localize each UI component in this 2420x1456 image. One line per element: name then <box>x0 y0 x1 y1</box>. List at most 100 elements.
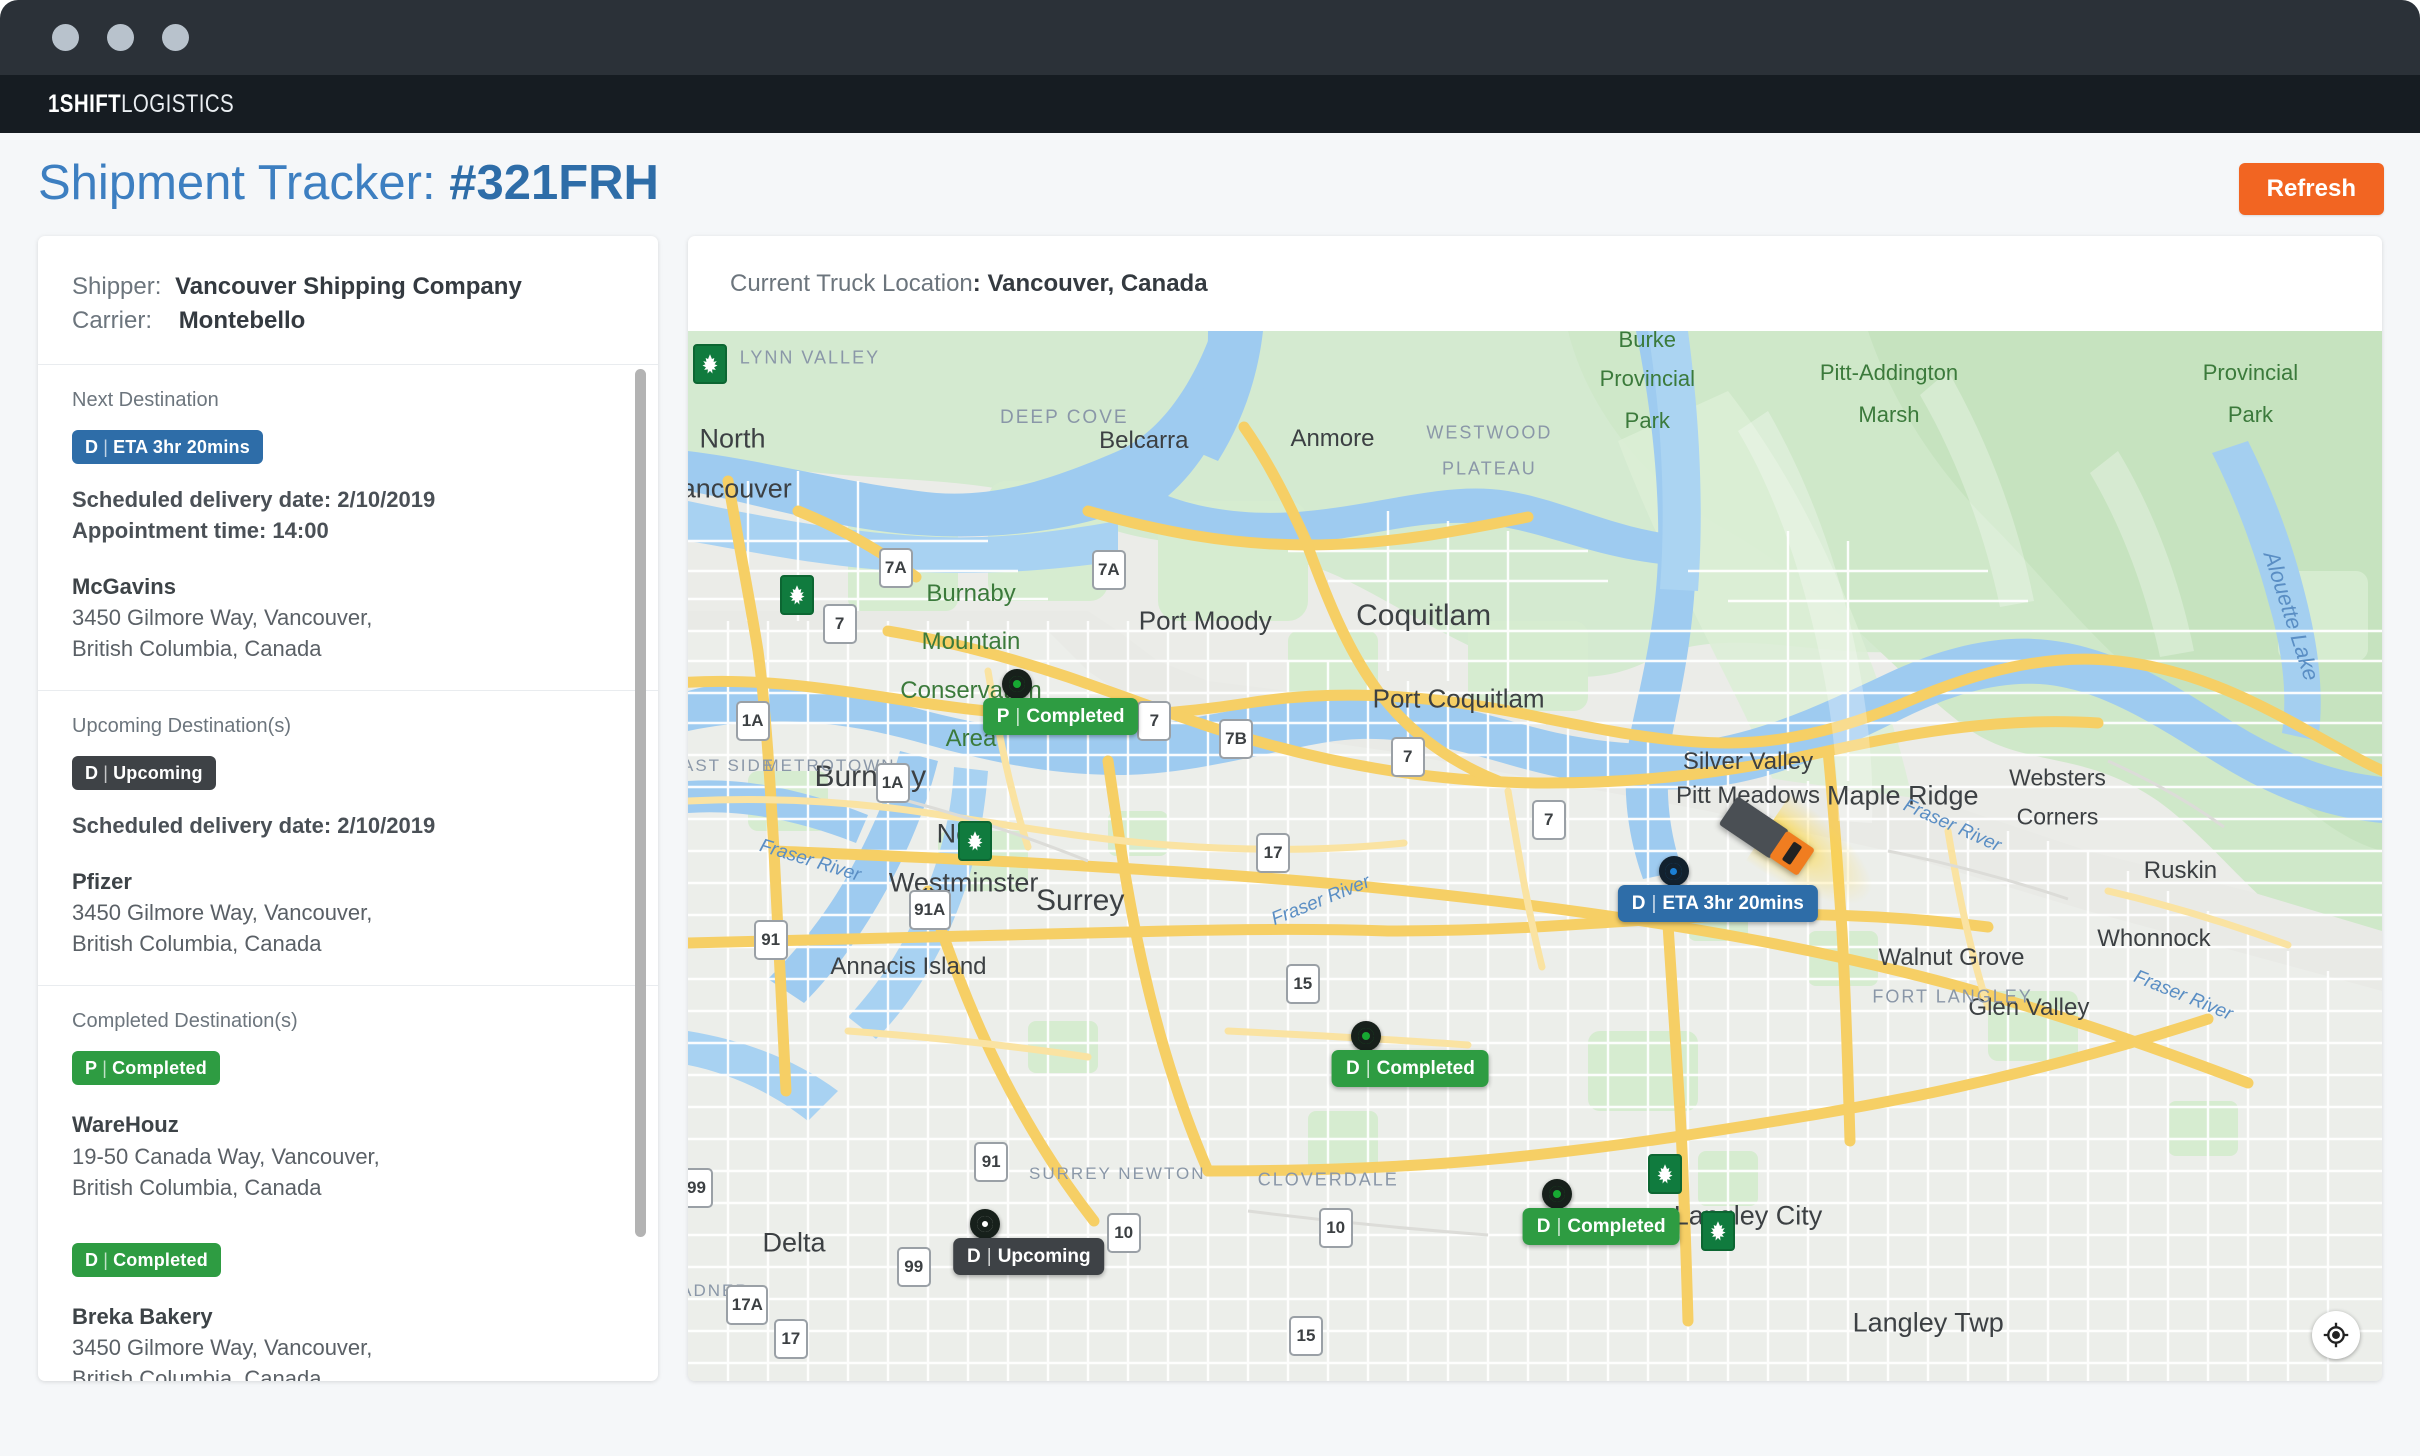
map-marker-status-pill[interactable]: D | ETA 3hr 20mins <box>1617 885 1818 922</box>
pill-status: Completed <box>1376 1058 1475 1079</box>
highway-shield-icon: 99 <box>896 1247 931 1287</box>
carrier-row: Carrier: Montebello <box>72 304 624 338</box>
completed-destinations-title: Completed Destination(s) <box>72 1010 298 1033</box>
highway-shield-icon: 7 <box>822 603 857 644</box>
next-stop-line2: British Columbia, Canada <box>72 636 322 662</box>
map-destination-marker-icon[interactable] <box>1001 668 1032 699</box>
destinations-list: Next Destination D | ETA 3hr 20mins Schedu… <box>38 365 658 1381</box>
highway-shield-icon: 15 <box>1288 1316 1323 1356</box>
upcoming-stop-line2: British Columbia, Canada <box>72 931 322 957</box>
shipper-value: Vancouver Shipping Company <box>175 273 522 300</box>
pill-status: ETA 3hr 20mins <box>1662 893 1804 914</box>
badge-status: ETA 3hr 20mins <box>113 437 250 458</box>
truck-location-value: : Vancouver, Canada <box>972 269 1208 297</box>
page-header: Shipment Tracker: #321FRH Refresh <box>0 133 2420 236</box>
app-logo[interactable]: 1SHIFTLOGISTICS <box>48 90 234 119</box>
badge-separator: | <box>103 1249 109 1270</box>
sidebar-scrollbar-thumb[interactable] <box>635 369 646 1238</box>
map-destination-marker-icon[interactable] <box>1542 1178 1573 1209</box>
my-location-icon[interactable] <box>2312 1311 2360 1359</box>
shipper-label: Shipper: <box>72 273 162 300</box>
completed-status-badge: D | Completed <box>72 1242 221 1277</box>
next-scheduled-date: Scheduled delivery date: 2/10/2019 <box>72 487 436 513</box>
highway-shield-icon: 10 <box>1106 1212 1141 1253</box>
section-completed-destinations: Completed Destination(s) P | Completed War… <box>38 986 658 1381</box>
highway-shield-icon: 99 <box>688 1167 714 1208</box>
highway-shield-icon: 7 <box>1137 701 1172 741</box>
completed-stop-name: Breka Bakery <box>72 1303 213 1329</box>
page-title: Shipment Tracker: #321FRH <box>38 155 659 211</box>
trans-canada-shield-icon <box>780 575 815 615</box>
completed-stop-line1: 19-50 Canada Way, Vancouver, <box>72 1143 380 1169</box>
upcoming-destinations-title: Upcoming Destination(s) <box>72 715 291 738</box>
map-destination-marker-icon[interactable] <box>1658 856 1689 886</box>
section-next-destination: Next Destination D | ETA 3hr 20mins Schedu… <box>38 365 658 692</box>
trans-canada-shield-icon <box>1701 1211 1736 1251</box>
highway-shield-icon: 7A <box>878 548 913 588</box>
destinations-scroll-container: Next Destination D | ETA 3hr 20mins Schedu… <box>38 365 658 1381</box>
pill-status: Completed <box>1567 1215 1666 1237</box>
highway-shield-icon: 7A <box>1091 549 1126 590</box>
badge-status: Completed <box>112 1058 207 1079</box>
completed-stop-line2: British Columbia, Canada <box>72 1366 322 1381</box>
window-close-dot[interactable] <box>52 24 79 51</box>
highway-shield-icon: 17 <box>1256 833 1291 873</box>
next-stop-line1: 3450 Gilmore Way, Vancouver, <box>72 604 373 630</box>
map-marker-status-pill[interactable]: D | Completed <box>1522 1207 1680 1245</box>
logo-light-text: LOGISTICS <box>121 89 235 118</box>
badge-code: D <box>85 437 99 458</box>
badge-code: D <box>85 1249 99 1270</box>
badge-status: Upcoming <box>113 763 203 784</box>
completed-stop-line2: British Columbia, Canada <box>72 1174 322 1200</box>
completed-stop-address: Breka Bakery 3450 Gilmore Way, Vancouver… <box>72 1301 624 1381</box>
pill-code: P <box>996 705 1010 727</box>
completed-stop-address: WareHouz 19-50 Canada Way, Vancouver, Br… <box>72 1109 624 1203</box>
pill-separator: | <box>986 1245 992 1267</box>
map-destination-marker-icon[interactable] <box>969 1208 1000 1239</box>
carrier-label: Carrier: <box>72 307 153 335</box>
refresh-button[interactable]: Refresh <box>2238 163 2384 215</box>
highway-shield-icon: 7 <box>1390 737 1425 777</box>
highway-shield-icon: 15 <box>1285 963 1320 1004</box>
upcoming-stop-address: Pfizer 3450 Gilmore Way, Vancouver, Brit… <box>72 866 624 960</box>
map-canvas[interactable]: LYNN VALLEYDEEP COVENorthVancouverBelcar… <box>688 331 2382 1381</box>
highway-shield-icon: 1A <box>875 762 910 803</box>
window-minimize-dot[interactable] <box>107 24 134 51</box>
upcoming-scheduled-date: Scheduled delivery date: 2/10/2019 <box>72 813 436 839</box>
next-stop-address: McGavins 3450 Gilmore Way, Vancouver, Br… <box>72 571 624 665</box>
map-marker-status-pill[interactable]: D | Upcoming <box>953 1237 1105 1275</box>
next-schedule-info: Scheduled delivery date: 2/10/2019 Appoi… <box>72 484 624 546</box>
next-destination-status-badge: D | ETA 3hr 20mins <box>72 430 263 465</box>
pill-code: D <box>1536 1215 1551 1237</box>
highway-shield-icon: 1A <box>735 701 770 741</box>
current-truck-location-header: Current Truck Location: Vancouver, Canad… <box>688 236 2382 331</box>
highway-shield-icon: 91 <box>974 1142 1009 1182</box>
section-upcoming-destinations: Upcoming Destination(s) D | Upcoming Sched… <box>38 691 658 987</box>
next-destination-title: Next Destination <box>72 389 219 412</box>
pill-separator: | <box>1651 893 1657 914</box>
map-panel: Current Truck Location: Vancouver, Canad… <box>688 236 2382 1381</box>
pill-status: Completed <box>1026 705 1125 727</box>
map-marker-status-pill[interactable]: D | Completed <box>1331 1050 1489 1087</box>
badge-code: P <box>85 1058 98 1079</box>
next-stop-name: McGavins <box>72 573 176 599</box>
window-maximize-dot[interactable] <box>162 24 189 51</box>
map-destination-marker-icon[interactable] <box>1351 1021 1382 1051</box>
map-marker-status-pill[interactable]: P | Completed <box>982 697 1139 735</box>
upcoming-stop-line1: 3450 Gilmore Way, Vancouver, <box>72 899 373 925</box>
badge-separator: | <box>103 763 109 784</box>
pill-separator: | <box>1556 1215 1562 1237</box>
badge-code: D <box>85 763 99 784</box>
shipment-parties: Shipper: Vancouver Shipping Company Carr… <box>38 236 658 366</box>
main-content: Shipper: Vancouver Shipping Company Carr… <box>0 236 2420 1456</box>
next-appointment-time: Appointment time: 14:00 <box>72 518 329 544</box>
trans-canada-shield-icon <box>1648 1154 1683 1194</box>
highway-shield-icon: 17A <box>726 1284 769 1325</box>
trans-canada-shield-icon <box>958 821 993 861</box>
completed-status-badge: P | Completed <box>72 1051 220 1086</box>
upcoming-status-badge: D | Upcoming <box>72 756 216 791</box>
highway-shield-icon: 17 <box>773 1319 808 1359</box>
pill-separator: | <box>1365 1058 1371 1079</box>
highway-shield-icon: 10 <box>1318 1208 1353 1248</box>
page-container: Shipment Tracker: #321FRH Refresh Shippe… <box>0 133 2420 1456</box>
